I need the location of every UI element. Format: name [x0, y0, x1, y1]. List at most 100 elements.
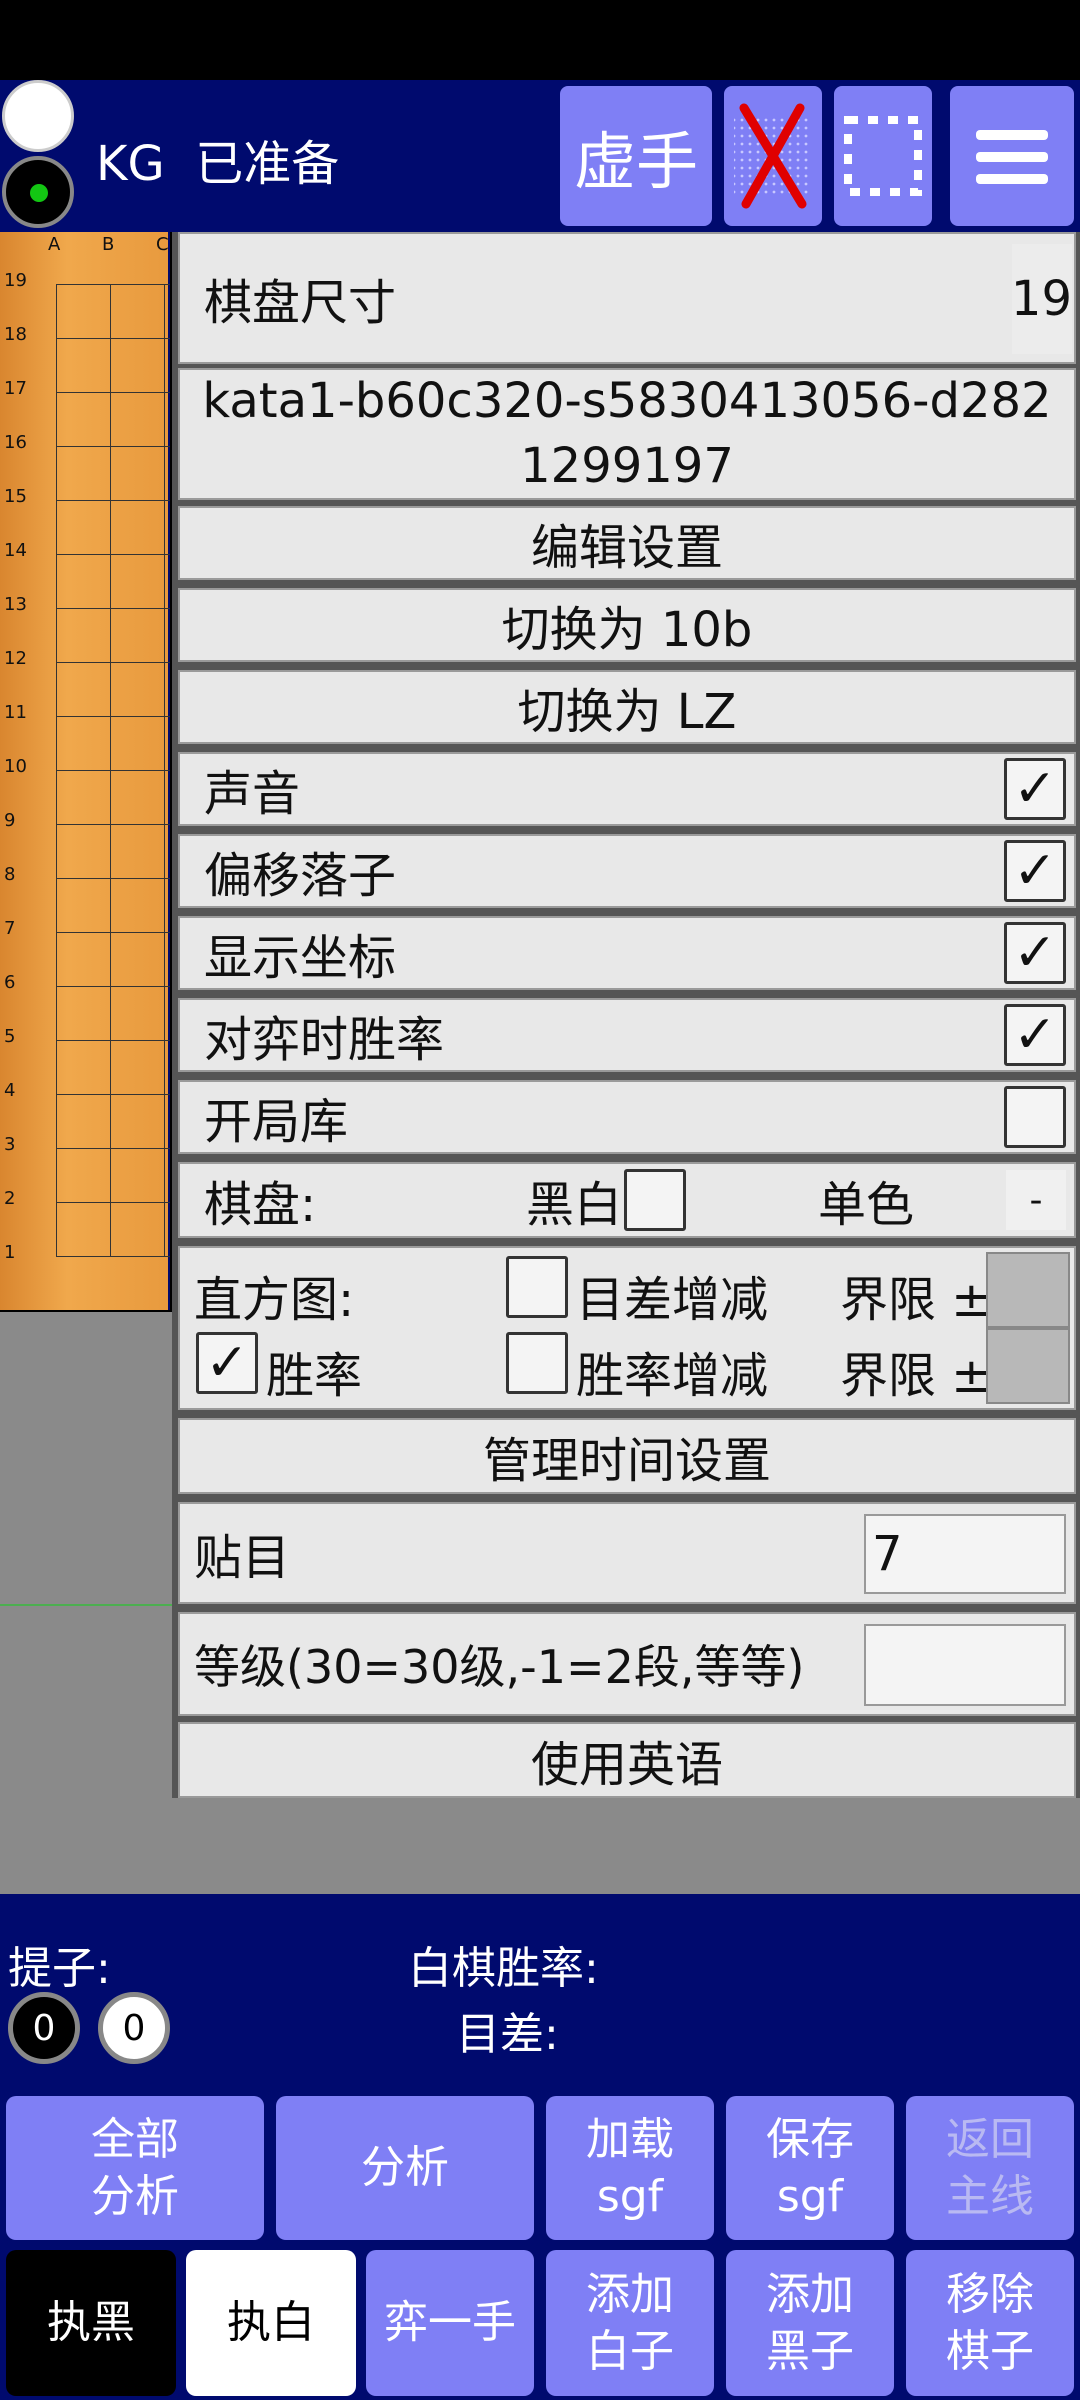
grid-line	[56, 932, 170, 933]
winrate-checkbox[interactable]: ✓	[1004, 1004, 1066, 1066]
grid-line	[56, 500, 170, 501]
grid-line	[56, 284, 57, 1256]
rank-row: 等级(30=30级,-1=2段,等等)	[178, 1612, 1076, 1716]
use-english-button[interactable]: 使用英语	[178, 1722, 1076, 1798]
close-icon[interactable]	[724, 86, 822, 226]
bw-label: 黑白	[526, 1177, 623, 1233]
column-label: B	[102, 234, 115, 255]
score-delta-checkbox[interactable]	[506, 1256, 568, 1318]
winrate-label: 对弈时胜率	[204, 1012, 445, 1068]
limit-input-2[interactable]	[986, 1328, 1070, 1404]
row-label: 17	[4, 378, 27, 399]
board-style-row: 棋盘: 黑白 单色 -	[178, 1162, 1076, 1238]
grid-line	[56, 770, 170, 771]
top-bar: KG 已准备 虚手	[0, 80, 1080, 232]
score-label: 目差:	[456, 2009, 559, 2060]
row-label: 2	[4, 1188, 16, 1209]
sound-checkbox[interactable]: ✓	[1004, 758, 1066, 820]
row-label: 9	[4, 810, 16, 831]
histogram-row: 直方图: 目差增减 界限 ± ✓ 胜率 胜率增减 界限 ±	[178, 1246, 1076, 1410]
add-white-stone-button[interactable]: 添加 白子	[546, 2250, 714, 2396]
row-label: 3	[4, 1134, 16, 1155]
go-board[interactable]: A B C 19 18 17 16 15 14 13 12 11 10 9 8 7 6 5 4 3 2 1	[0, 232, 170, 1310]
board-size-label: 棋盘尺寸	[204, 275, 397, 331]
komi-row: 贴目 7	[178, 1502, 1076, 1604]
grid-line	[56, 338, 170, 339]
load-sgf-button[interactable]: 加载 sgf	[546, 2096, 714, 2240]
manage-time-button[interactable]: 管理时间设置	[178, 1418, 1076, 1494]
grid-line	[56, 662, 170, 663]
row-label: 19	[4, 270, 27, 291]
row-label: 18	[4, 324, 27, 345]
analyze-all-button[interactable]: 全部 分析	[6, 2096, 264, 2240]
captures-label: 提子:	[8, 1943, 111, 1994]
switch-10b-button[interactable]: 切换为 10b	[178, 588, 1076, 662]
winrate-hist-checkbox[interactable]: ✓	[196, 1332, 258, 1394]
grid-line	[56, 284, 170, 285]
komi-input[interactable]: 7	[864, 1514, 1066, 1594]
grid-line	[56, 986, 170, 987]
network-name-row[interactable]: kata1-b60c320-s5830413056-d2821299197	[178, 368, 1076, 500]
column-label: C	[156, 234, 169, 255]
switch-lz-button[interactable]: 切换为 LZ	[178, 670, 1076, 744]
score-delta-label: 目差增减	[576, 1272, 769, 1328]
limit-label-1: 界限 ±	[840, 1272, 992, 1328]
board-size-value[interactable]: 19	[1011, 244, 1072, 354]
row-label: 7	[4, 918, 16, 939]
row-label: 11	[4, 702, 27, 723]
grid-line	[56, 824, 170, 825]
winrate-hist-label: 胜率	[266, 1348, 363, 1404]
grid-line	[56, 392, 170, 393]
row-label: 15	[4, 486, 27, 507]
coords-row: 显示坐标 ✓	[178, 916, 1076, 990]
bw-checkbox[interactable]	[624, 1169, 686, 1231]
play-white-button[interactable]: 执白	[186, 2250, 356, 2396]
row-label: 10	[4, 756, 27, 777]
grid-line	[56, 1202, 170, 1203]
bottom-panel: 提子: 0 0 白棋胜率: 目差: 全部 分析 分析 加载 sgf 保存 sgf 返回…	[0, 1894, 1080, 2400]
analyze-button[interactable]: 分析	[276, 2096, 534, 2240]
add-black-stone-button[interactable]: 添加 黑子	[726, 2250, 894, 2396]
opening-book-row: 开局库	[178, 1080, 1076, 1154]
mono-value[interactable]: -	[1006, 1170, 1066, 1230]
return-mainline-button[interactable]: 返回 主线	[906, 2096, 1074, 2240]
grid-line	[56, 1256, 170, 1257]
coords-label: 显示坐标	[204, 930, 397, 986]
white-winrate-label: 白棋胜率:	[408, 1943, 599, 1994]
grid-line	[56, 608, 170, 609]
offset-label: 偏移落子	[204, 848, 397, 904]
white-player-indicator[interactable]	[2, 80, 74, 152]
grid-line	[164, 284, 165, 1256]
menu-icon[interactable]	[950, 86, 1074, 226]
row-label: 5	[4, 1026, 16, 1047]
white-captures-count: 0	[98, 1992, 170, 2064]
winrate-row: 对弈时胜率 ✓	[178, 998, 1076, 1072]
row-label: 6	[4, 972, 16, 993]
coords-checkbox[interactable]: ✓	[1004, 922, 1066, 984]
grid-line	[56, 554, 170, 555]
offset-row: 偏移落子 ✓	[178, 834, 1076, 908]
grid-line	[110, 284, 111, 1256]
rank-input[interactable]	[864, 1624, 1066, 1706]
virtual-move-button[interactable]: 虚手	[560, 86, 712, 226]
limit-input-1[interactable]	[986, 1252, 1070, 1328]
save-sgf-button[interactable]: 保存 sgf	[726, 2096, 894, 2240]
grid-line	[56, 1148, 170, 1149]
histogram-label: 直方图:	[194, 1272, 355, 1328]
board-style-label: 棋盘:	[204, 1177, 317, 1233]
board-size-row[interactable]: 棋盘尺寸 19	[178, 232, 1076, 364]
opening-book-checkbox[interactable]	[1004, 1086, 1066, 1148]
engine-status-text: KG 已准备	[96, 136, 340, 192]
row-label: 1	[4, 1242, 16, 1263]
grid-line	[56, 716, 170, 717]
winrate-delta-checkbox[interactable]	[506, 1332, 568, 1394]
sound-row: 声音 ✓	[178, 752, 1076, 826]
play-black-button[interactable]: 执黑	[6, 2250, 176, 2396]
offset-checkbox[interactable]: ✓	[1004, 840, 1066, 902]
selection-icon[interactable]	[834, 86, 932, 226]
play-one-move-button[interactable]: 弈一手	[366, 2250, 534, 2396]
black-player-indicator[interactable]	[2, 156, 74, 228]
edit-settings-button[interactable]: 编辑设置	[178, 506, 1076, 580]
remove-stone-button[interactable]: 移除 棋子	[906, 2250, 1074, 2396]
komi-label: 贴目	[194, 1530, 291, 1586]
